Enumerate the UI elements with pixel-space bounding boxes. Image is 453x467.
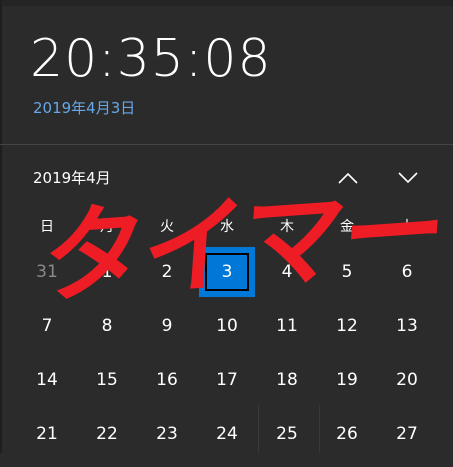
- day-cell[interactable]: 17: [199, 355, 255, 405]
- chevron-down-icon: [398, 172, 418, 184]
- day-cell[interactable]: 23: [139, 409, 195, 459]
- day-cell[interactable]: 26: [319, 409, 375, 459]
- day-cell[interactable]: 12: [319, 301, 375, 351]
- weekday-label: 土: [400, 219, 414, 235]
- day-cell[interactable]: 22: [79, 409, 135, 459]
- left-edge: [0, 0, 2, 453]
- day-cell[interactable]: 4: [259, 247, 315, 297]
- day-cell[interactable]: 5: [319, 247, 375, 297]
- day-cell[interactable]: 13: [379, 301, 435, 351]
- weekday-header-row: 日月火水木金土: [17, 216, 437, 238]
- long-date-link[interactable]: 2019年4月3日: [33, 97, 135, 119]
- next-month-button[interactable]: [392, 164, 424, 192]
- weekday-label: 金: [340, 219, 354, 235]
- day-cell[interactable]: 14: [19, 355, 75, 405]
- day-cell[interactable]: 31: [19, 247, 75, 297]
- day-cell[interactable]: 19: [319, 355, 375, 405]
- weekday-label: 木: [280, 219, 294, 235]
- weekday-label: 月: [100, 219, 114, 235]
- clock-time: 20:35:08: [30, 29, 272, 89]
- day-cell[interactable]: 11: [259, 301, 315, 351]
- day-cell[interactable]: 8: [79, 301, 135, 351]
- bottom-artifact: [258, 405, 320, 453]
- weekday-label: 水: [220, 219, 234, 235]
- weekday-label: 日: [40, 219, 54, 235]
- chevron-up-icon: [338, 172, 358, 184]
- day-cell[interactable]: 15: [79, 355, 135, 405]
- day-cell[interactable]: 10: [199, 301, 255, 351]
- divider: [0, 144, 453, 145]
- day-cell[interactable]: 16: [139, 355, 195, 405]
- day-cell[interactable]: 27: [379, 409, 435, 459]
- day-cell[interactable]: 18: [259, 355, 315, 405]
- day-cell[interactable]: 9: [139, 301, 195, 351]
- day-cell[interactable]: 20: [379, 355, 435, 405]
- top-strip: [0, 0, 453, 6]
- day-cell[interactable]: 2: [139, 247, 195, 297]
- day-cell[interactable]: 21: [19, 409, 75, 459]
- day-cell[interactable]: 1: [79, 247, 135, 297]
- previous-month-button[interactable]: [332, 164, 364, 192]
- day-cell-today[interactable]: 3: [199, 247, 255, 297]
- weekday-label: 火: [160, 219, 174, 235]
- calendar-flyout: 20:35:08 2019年4月3日 2019年4月 日月火水木金土 31 1 2 3…: [0, 0, 453, 453]
- month-header[interactable]: 2019年4月: [33, 167, 111, 189]
- today-day-label: 3: [205, 253, 249, 291]
- day-cell[interactable]: 24: [199, 409, 255, 459]
- day-cell[interactable]: 7: [19, 301, 75, 351]
- day-cell[interactable]: 6: [379, 247, 435, 297]
- day-grid: 31 1 2 3 4 5 6 7 8 9 10 11 12 13 14 15 16 17 18 19 20 21 22 23 2…: [17, 247, 437, 467]
